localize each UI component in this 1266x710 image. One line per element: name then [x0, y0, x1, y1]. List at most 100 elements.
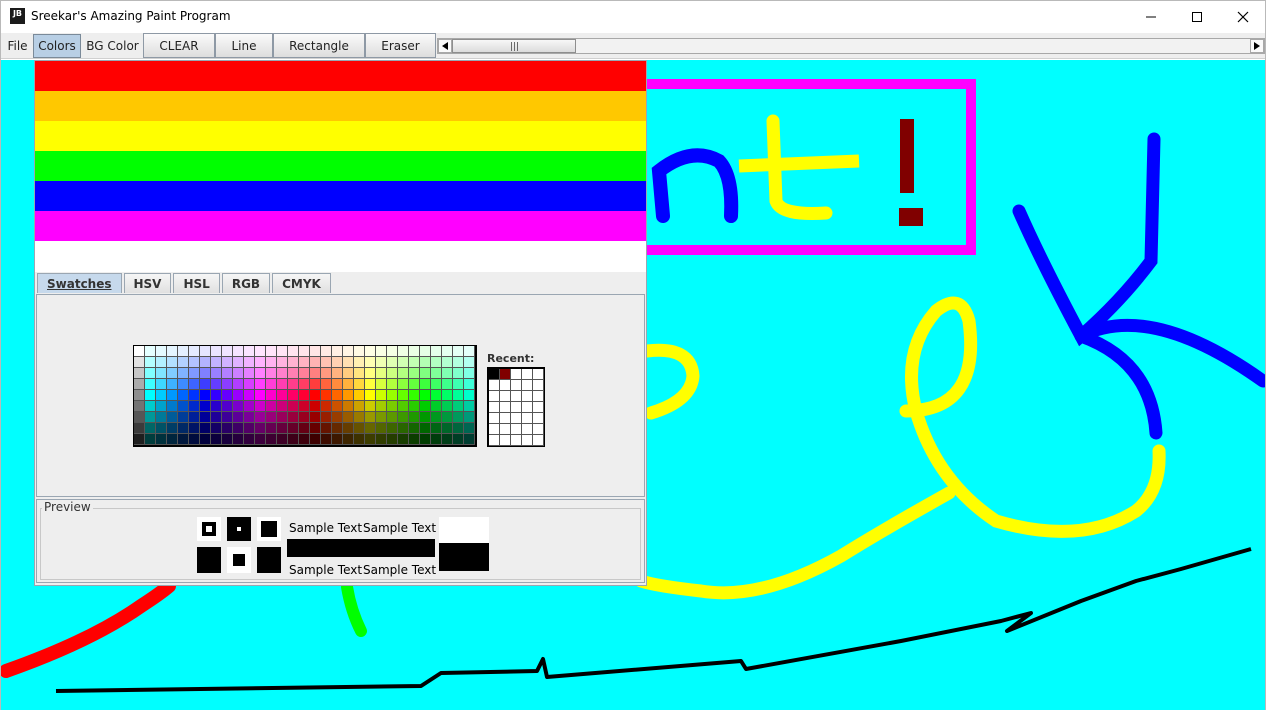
swatch-cell[interactable]: [211, 368, 222, 379]
swatch-cell[interactable]: [310, 412, 321, 423]
swatch-cell[interactable]: [255, 390, 266, 401]
swatch-cell[interactable]: [222, 423, 233, 434]
swatch-cell[interactable]: [233, 357, 244, 368]
swatch-cell[interactable]: [398, 412, 409, 423]
swatch-cell[interactable]: [442, 412, 453, 423]
swatch-cell[interactable]: [299, 412, 310, 423]
swatch-cell[interactable]: [156, 401, 167, 412]
swatch-cell[interactable]: [321, 357, 332, 368]
swatch-cell[interactable]: [343, 423, 354, 434]
recent-swatch-cell[interactable]: [533, 402, 544, 413]
color-list-item[interactable]: [35, 241, 646, 271]
recent-swatch-cell[interactable]: [500, 435, 511, 446]
swatch-cell[interactable]: [189, 390, 200, 401]
swatch-cell[interactable]: [266, 423, 277, 434]
swatch-cell[interactable]: [222, 390, 233, 401]
swatch-cell[interactable]: [145, 357, 156, 368]
color-list-item[interactable]: [35, 181, 646, 211]
swatch-cell[interactable]: [233, 368, 244, 379]
swatch-cell[interactable]: [387, 368, 398, 379]
swatch-cell[interactable]: [255, 357, 266, 368]
recent-swatch-cell[interactable]: [522, 380, 533, 391]
swatch-cell[interactable]: [167, 434, 178, 445]
recent-swatch-cell[interactable]: [522, 402, 533, 413]
swatch-cell[interactable]: [321, 346, 332, 357]
swatch-cell[interactable]: [453, 357, 464, 368]
swatch-cell[interactable]: [244, 379, 255, 390]
scroll-left-button[interactable]: [438, 39, 452, 53]
recent-swatch-cell[interactable]: [533, 369, 544, 380]
swatch-cell[interactable]: [376, 390, 387, 401]
color-list-item[interactable]: [35, 151, 646, 181]
swatch-cell[interactable]: [145, 390, 156, 401]
swatch-cell[interactable]: [464, 379, 475, 390]
swatch-cell[interactable]: [376, 379, 387, 390]
swatch-cell[interactable]: [299, 379, 310, 390]
swatch-cell[interactable]: [387, 346, 398, 357]
swatch-cell[interactable]: [255, 412, 266, 423]
swatch-cell[interactable]: [431, 423, 442, 434]
swatch-cell[interactable]: [453, 368, 464, 379]
minimize-button[interactable]: [1128, 1, 1174, 32]
swatch-cell[interactable]: [222, 412, 233, 423]
swatch-cell[interactable]: [299, 423, 310, 434]
swatch-cell[interactable]: [167, 357, 178, 368]
swatch-cell[interactable]: [211, 357, 222, 368]
swatch-cell[interactable]: [145, 346, 156, 357]
swatch-cell[interactable]: [299, 368, 310, 379]
swatch-cell[interactable]: [288, 368, 299, 379]
bg-color-menu[interactable]: BG Color: [83, 34, 142, 58]
swatch-cell[interactable]: [365, 390, 376, 401]
recent-swatch-cell[interactable]: [489, 391, 500, 402]
swatch-cell[interactable]: [453, 434, 464, 445]
swatch-cell[interactable]: [387, 379, 398, 390]
recent-swatch-cell[interactable]: [511, 380, 522, 391]
swatch-cell[interactable]: [332, 401, 343, 412]
swatch-cell[interactable]: [420, 434, 431, 445]
swatch-cell[interactable]: [134, 357, 145, 368]
swatch-cell[interactable]: [310, 423, 321, 434]
swatch-cell[interactable]: [343, 412, 354, 423]
swatch-cell[interactable]: [156, 368, 167, 379]
swatch-cell[interactable]: [343, 401, 354, 412]
swatch-cell[interactable]: [156, 390, 167, 401]
swatch-cell[interactable]: [299, 434, 310, 445]
recent-swatch-cell[interactable]: [522, 391, 533, 402]
swatch-cell[interactable]: [453, 401, 464, 412]
tab-hsl[interactable]: HSL: [173, 273, 220, 293]
swatch-cell[interactable]: [189, 346, 200, 357]
swatch-cell[interactable]: [200, 346, 211, 357]
recent-swatch-cell[interactable]: [500, 369, 511, 380]
swatch-cell[interactable]: [266, 390, 277, 401]
swatch-cell[interactable]: [288, 379, 299, 390]
swatch-cell[interactable]: [288, 357, 299, 368]
swatch-cell[interactable]: [244, 357, 255, 368]
recent-swatch-cell[interactable]: [500, 380, 511, 391]
recent-swatch-cell[interactable]: [500, 413, 511, 424]
swatch-cell[interactable]: [464, 357, 475, 368]
scroll-right-button[interactable]: [1250, 39, 1264, 53]
recent-swatch-cell[interactable]: [489, 402, 500, 413]
swatch-cell[interactable]: [189, 357, 200, 368]
swatch-cell[interactable]: [387, 412, 398, 423]
swatch-cell[interactable]: [277, 368, 288, 379]
swatch-cell[interactable]: [431, 357, 442, 368]
recent-swatch-cell[interactable]: [489, 380, 500, 391]
scrollbar-thumb[interactable]: [452, 39, 576, 53]
swatch-cell[interactable]: [255, 346, 266, 357]
swatch-cell[interactable]: [134, 390, 145, 401]
swatch-cell[interactable]: [442, 379, 453, 390]
swatch-cell[interactable]: [266, 434, 277, 445]
swatch-cell[interactable]: [376, 368, 387, 379]
swatch-cell[interactable]: [365, 368, 376, 379]
swatch-cell[interactable]: [233, 379, 244, 390]
recent-swatch-cell[interactable]: [522, 435, 533, 446]
color-list-item[interactable]: [35, 121, 646, 151]
swatch-cell[interactable]: [420, 390, 431, 401]
swatch-cell[interactable]: [453, 379, 464, 390]
swatch-cell[interactable]: [211, 434, 222, 445]
swatch-cell[interactable]: [266, 401, 277, 412]
swatch-cell[interactable]: [211, 346, 222, 357]
swatch-cell[interactable]: [354, 368, 365, 379]
swatch-cell[interactable]: [156, 379, 167, 390]
